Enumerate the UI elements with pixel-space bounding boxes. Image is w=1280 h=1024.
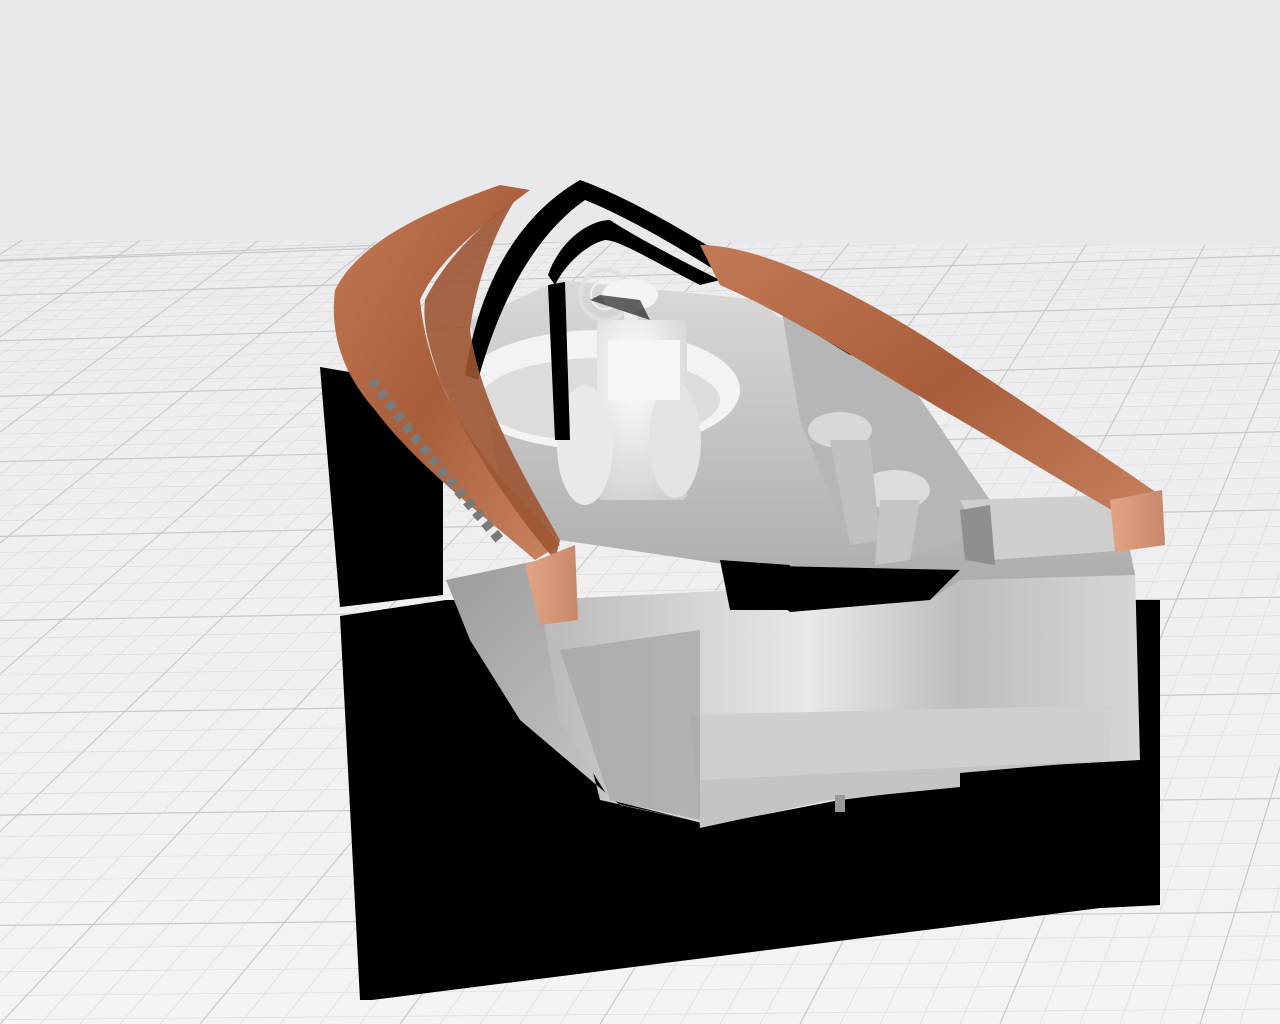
scene-canvas[interactable] [0, 0, 1280, 1024]
3d-viewport[interactable] [0, 0, 1280, 1024]
